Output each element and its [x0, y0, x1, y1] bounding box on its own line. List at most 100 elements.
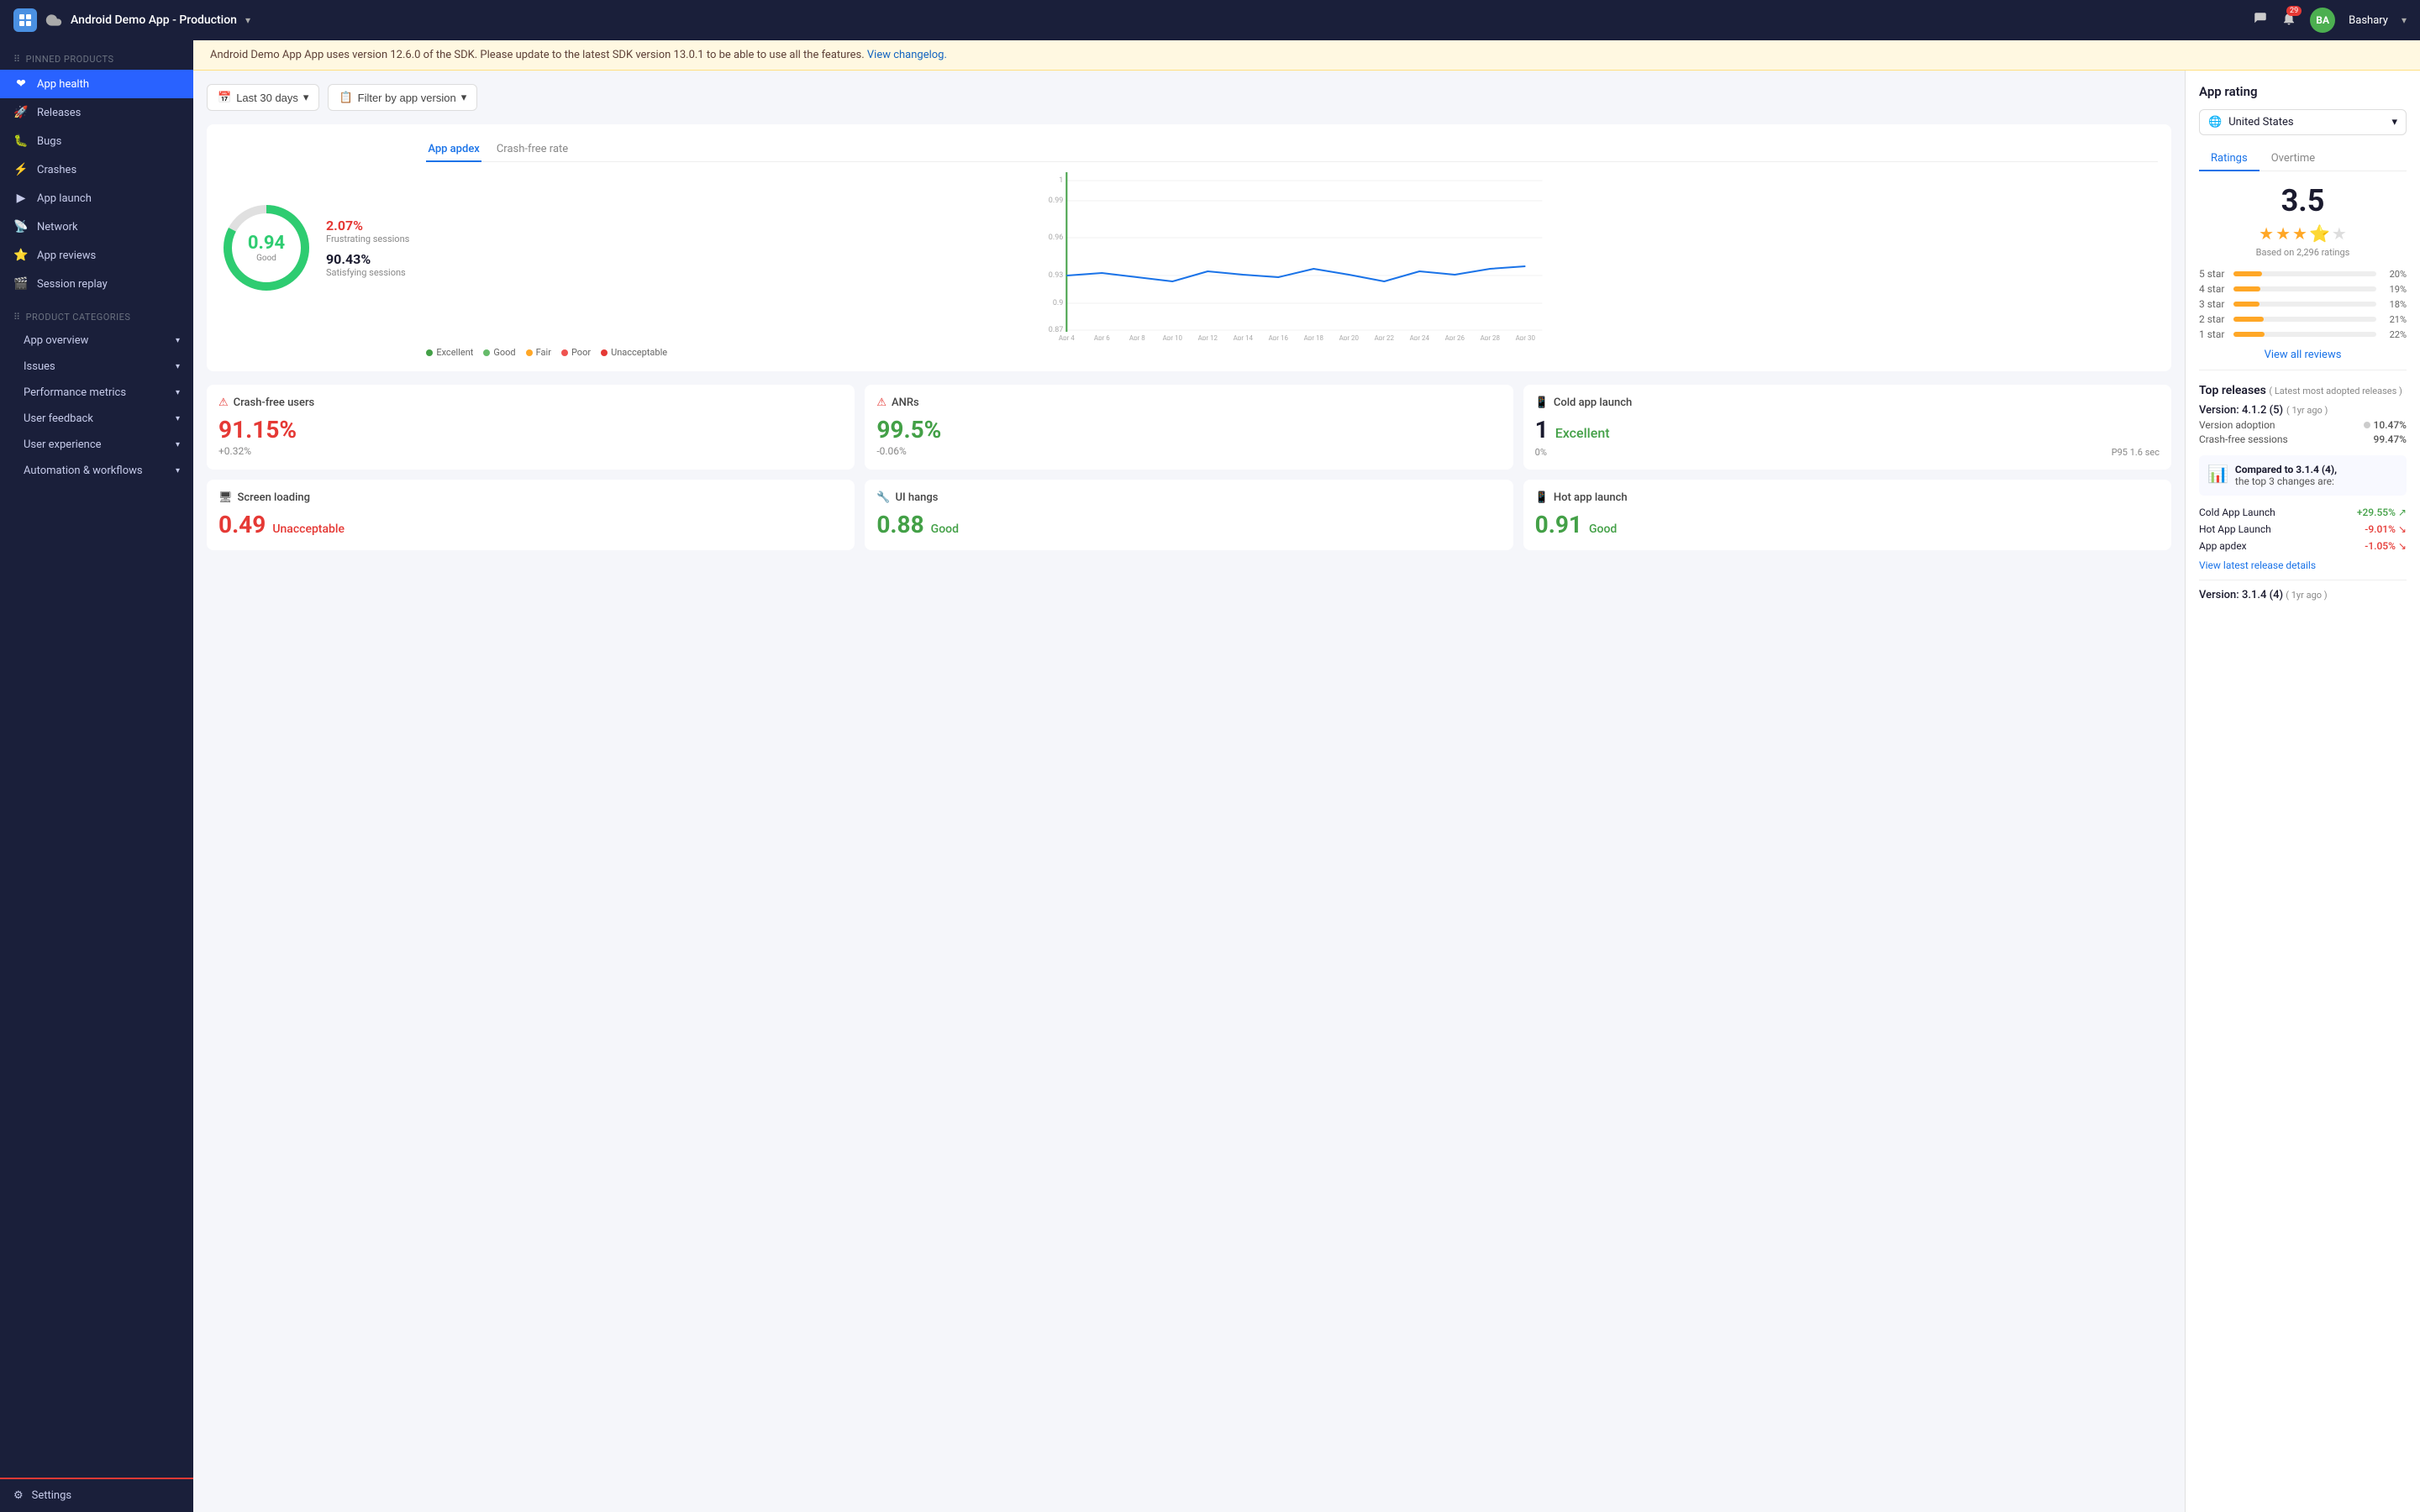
chevron-down-icon: ▾	[176, 336, 180, 345]
sidebar-item-app-reviews[interactable]: ⭐ App reviews	[0, 241, 193, 270]
app-launch-icon: ▶	[13, 192, 29, 205]
app-version-filter-button[interactable]: 📋 Filter by app version ▾	[328, 84, 477, 111]
app-health-icon: ❤	[13, 77, 29, 91]
compare-icon: 📊	[2207, 464, 2228, 487]
settings-icon: ⚙	[13, 1489, 24, 1502]
sidebar-item-performance-metrics[interactable]: Performance metrics ▾	[0, 380, 193, 406]
frustrating-label: Frustrating sessions	[326, 234, 409, 244]
sidebar-item-app-health[interactable]: ❤ App health	[0, 70, 193, 98]
tab-overtime[interactable]: Overtime	[2260, 147, 2327, 171]
layout: ⠿ Pinned products ❤ App health 🚀 Release…	[0, 40, 2420, 1512]
legend-poor: Poor	[571, 347, 591, 358]
chevron-down-icon: ▾	[176, 362, 180, 371]
top-nav: Android Demo App - Production ▾ 29 BA Ba…	[0, 0, 2420, 40]
content-area: 📅 Last 30 days ▾ 📋 Filter by app version…	[193, 71, 2420, 1512]
star-rating: ★ ★ ★ ⭐ ★	[2199, 223, 2407, 244]
cloud-icon	[45, 12, 62, 29]
warning-icon: ⚠	[218, 396, 229, 409]
change-app-apdex: App apdex -1.05% ↘	[2199, 538, 2407, 554]
chart-tabs: App apdex Crash-free rate	[426, 138, 2158, 162]
ui-hangs-icon: 🔧	[876, 491, 890, 504]
cold-launch-badge: 1	[1535, 416, 1549, 444]
user-chevron[interactable]: ▾	[2402, 14, 2407, 26]
change-cold-app-launch: Cold App Launch +29.55% ↗	[2199, 504, 2407, 521]
change-hot-app-launch: Hot App Launch -9.01% ↘	[2199, 521, 2407, 538]
rating-tabs: Ratings Overtime	[2199, 147, 2407, 171]
screen-loading-label: Unacceptable	[272, 522, 345, 536]
sidebar-item-issues[interactable]: Issues ▾	[0, 354, 193, 380]
user-name: Bashary	[2349, 14, 2388, 27]
notification-badge: 29	[2286, 6, 2302, 16]
screen-icon: 🖥	[218, 491, 233, 504]
release-item-1: Version: 4.1.2 (5) ( 1yr ago ) Version a…	[2199, 404, 2407, 445]
date-filter-button[interactable]: 📅 Last 30 days ▾	[207, 84, 319, 111]
svg-text:0.93: 0.93	[1049, 271, 1064, 280]
legend-fair: Fair	[536, 347, 551, 358]
sidebar-item-app-launch[interactable]: ▶ App launch	[0, 184, 193, 213]
pinned-label: ⠿ Pinned products	[0, 40, 193, 70]
sidebar-item-app-overview[interactable]: App overview ▾	[0, 328, 193, 354]
svg-text:Apr 6: Apr 6	[1094, 334, 1110, 340]
sidebar-item-releases[interactable]: 🚀 Releases	[0, 98, 193, 127]
sidebar-item-user-feedback[interactable]: User feedback ▾	[0, 406, 193, 432]
frustrating-pct: 2.07%	[326, 218, 409, 234]
view-all-reviews-link[interactable]: View all reviews	[2199, 349, 2407, 361]
gauge-label: Good	[248, 254, 285, 263]
ui-hangs-label: Good	[931, 522, 959, 536]
chevron-down-icon: ▾	[2391, 116, 2397, 129]
app-title-chevron[interactable]: ▾	[245, 14, 250, 26]
chevron-down-icon: ▾	[176, 466, 180, 475]
product-categories-label: ⠿ Product categories	[0, 298, 193, 328]
tab-ratings[interactable]: Ratings	[2199, 147, 2260, 171]
svg-text:0.96: 0.96	[1049, 234, 1064, 242]
star-bar-1: 1 star 22%	[2199, 328, 2407, 340]
notifications-icon[interactable]: 29	[2281, 11, 2296, 29]
star-1: ★	[2259, 223, 2274, 244]
calendar-icon: 📅	[218, 91, 231, 104]
sidebar-item-network[interactable]: 📡 Network	[0, 213, 193, 241]
country-selector[interactable]: 🌐 United States ▾	[2199, 109, 2407, 135]
hot-app-launch-label: Good	[1589, 522, 1617, 536]
sidebar-item-crashes[interactable]: ⚡ Crashes	[0, 155, 193, 184]
satisfying-pct: 90.43%	[326, 251, 409, 267]
metric-card-anrs: ⚠ ANRs 99.5% -0.06%	[865, 385, 1512, 470]
app-title: Android Demo App - Production	[71, 13, 237, 27]
sdk-banner: Android Demo App App uses version 12.6.0…	[193, 40, 2420, 71]
sidebar-item-user-experience[interactable]: User experience ▾	[0, 432, 193, 458]
anrs-icon: ⚠	[876, 396, 886, 409]
svg-text:Apr 8: Apr 8	[1129, 334, 1145, 340]
settings-item[interactable]: ⚙ Settings	[0, 1479, 193, 1512]
apdex-section: 0.94 Good 2.07% Frustrating sessions	[207, 124, 2171, 371]
chart-legend: Excellent Good Fair Poor Unacceptable	[426, 347, 2158, 358]
copy-icon: 📋	[339, 91, 352, 104]
star-5: ★	[2332, 223, 2347, 244]
chevron-down-icon: ▾	[176, 414, 180, 423]
anrs-sub: -0.06%	[876, 445, 1501, 457]
svg-text:Apr 30: Apr 30	[1516, 334, 1536, 340]
cold-launch-label: Excellent	[1555, 425, 1610, 441]
crash-free-users-sub: +0.32%	[218, 445, 843, 457]
sidebar-item-bugs[interactable]: 🐛 Bugs	[0, 127, 193, 155]
legend-unacceptable: Unacceptable	[611, 347, 667, 358]
sidebar-item-session-replay[interactable]: 🎬 Session replay	[0, 270, 193, 298]
notes-icon[interactable]	[2253, 11, 2268, 29]
svg-text:Apr 26: Apr 26	[1445, 334, 1465, 340]
svg-text:0.9: 0.9	[1053, 299, 1064, 307]
sidebar-item-automation-workflows[interactable]: Automation & workflows ▾	[0, 458, 193, 484]
view-changelog-link[interactable]: View changelog.	[867, 49, 947, 61]
tab-crash-free-rate[interactable]: Crash-free rate	[495, 138, 570, 162]
metric-card-cold-app-launch: 📱 Cold app launch 1 Excellent 0% P95 1.6…	[1523, 385, 2171, 470]
chevron-down-icon: ▾	[176, 440, 180, 449]
globe-icon: 🌐	[2208, 116, 2222, 129]
gauge-value: 0.94	[248, 233, 285, 254]
chevron-down-icon: ▾	[461, 91, 467, 104]
svg-text:Apr 22: Apr 22	[1375, 334, 1395, 340]
svg-text:Apr 18: Apr 18	[1304, 334, 1324, 340]
view-latest-release-link[interactable]: View latest release details	[2199, 559, 2407, 571]
filter-bar: 📅 Last 30 days ▾ 📋 Filter by app version…	[207, 84, 2171, 111]
anrs-value: 99.5%	[876, 416, 1501, 444]
version-footer: Version: 3.1.4 (4) ( 1yr ago )	[2199, 589, 2407, 601]
user-avatar[interactable]: BA	[2310, 8, 2335, 33]
tab-app-apdex[interactable]: App apdex	[426, 138, 481, 162]
app-reviews-icon: ⭐	[13, 249, 29, 262]
